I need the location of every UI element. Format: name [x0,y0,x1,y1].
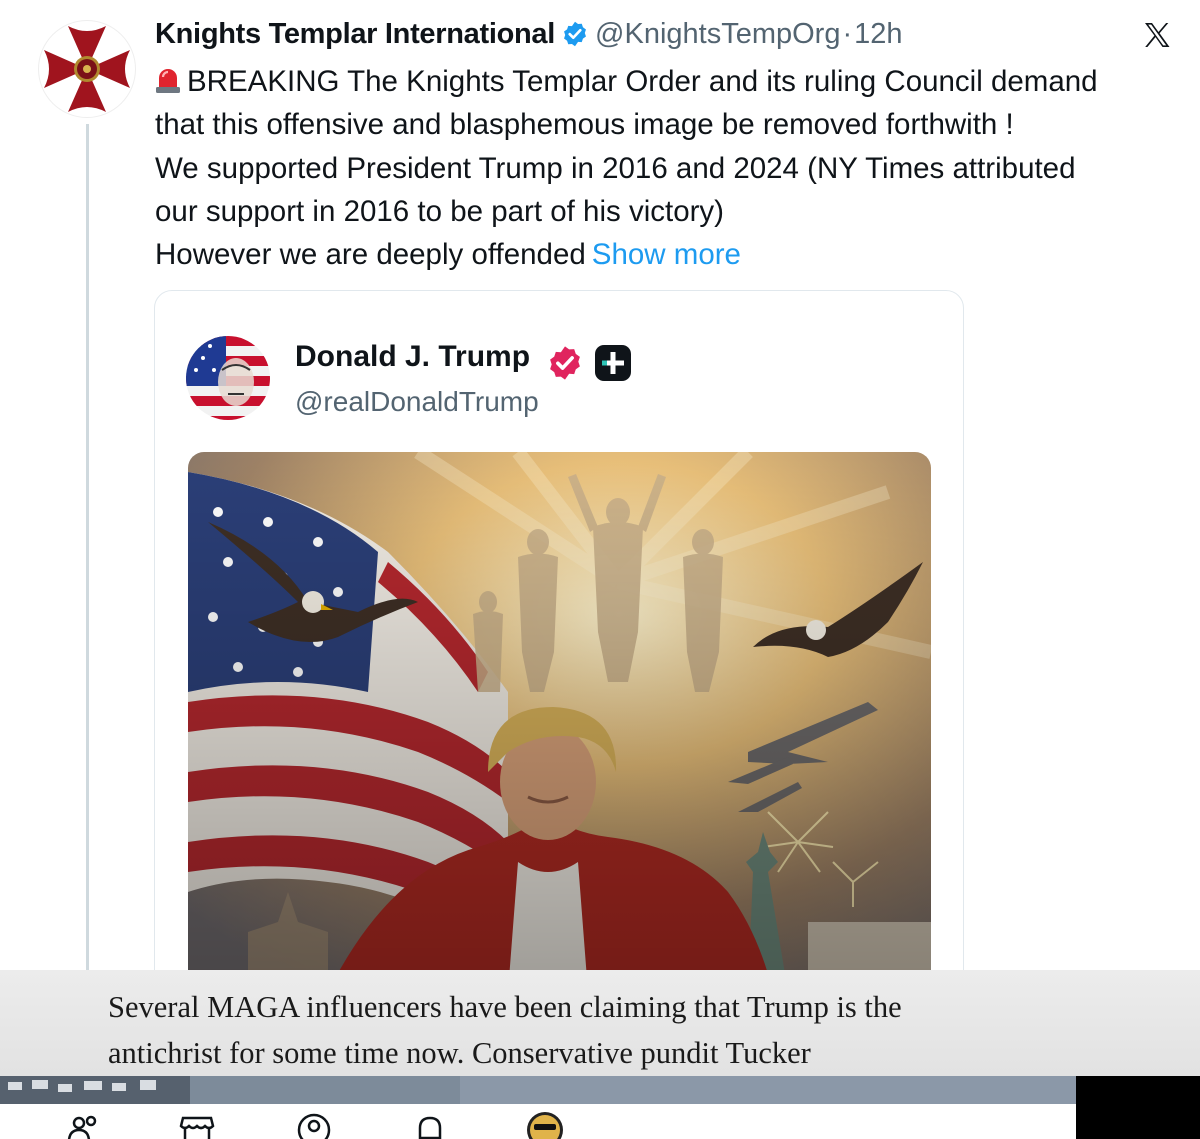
tweet-line: our support in 2016 to be part of his vi… [155,194,724,228]
separator: · [842,17,853,50]
user-avatar-icon[interactable] [525,1110,565,1139]
plus-badge-icon [595,345,631,381]
tweet-line: We supported President Trump in 2016 and… [155,151,1076,185]
background-sea-strip [460,1076,1076,1104]
author-name[interactable]: Knights Templar International [155,18,555,51]
notifications-icon[interactable] [410,1110,450,1139]
quoted-author-handle[interactable]: @realDonaldTrump [295,386,539,418]
quoted-author-name[interactable]: Donald J. Trump [295,340,530,374]
knights-templar-avatar[interactable] [38,20,136,118]
store-icon[interactable] [177,1110,217,1139]
tweet-line: that this offensive and blasphemous imag… [155,108,1014,142]
quoted-post-image[interactable] [188,452,931,992]
timestamp[interactable]: 12h [854,18,902,51]
x-logo-icon[interactable] [1142,20,1172,50]
caption-line: antichrist for some time now. Conservati… [108,1036,811,1070]
thread-line [86,124,89,974]
templar-cross-icon [44,26,130,112]
tweet-text: BREAKING The Knights Templar Order and i… [155,60,1165,276]
article-caption: Several MAGA influencers have been claim… [108,984,1158,1076]
communities-icon[interactable] [64,1110,104,1139]
patriotic-painting-image [188,452,931,992]
black-panel [1076,1076,1200,1139]
tweet-line-text: However we are deeply offended [155,238,586,272]
tweet-line: BREAKING The Knights Templar Order and i… [155,60,1165,103]
siren-emoji-icon [156,69,180,93]
verified-badge-icon [564,21,586,47]
profile-icon[interactable] [294,1110,334,1139]
tweet-header: Knights Templar International @KnightsTe… [155,14,903,54]
show-more-link[interactable]: Show more [592,238,741,271]
tweet-line: However we are deeply offended Show more [155,233,1165,276]
verified-badge-icon [550,346,580,380]
caption-line: Several MAGA influencers have been claim… [108,990,902,1024]
background-photo-strip [0,1076,460,1104]
traffic-photo-image [0,1076,460,1104]
tweet-line-text: BREAKING The Knights Templar Order and i… [187,65,1098,98]
trump-avatar[interactable] [186,336,270,420]
author-handle[interactable]: @KnightsTempOrg [595,18,840,51]
